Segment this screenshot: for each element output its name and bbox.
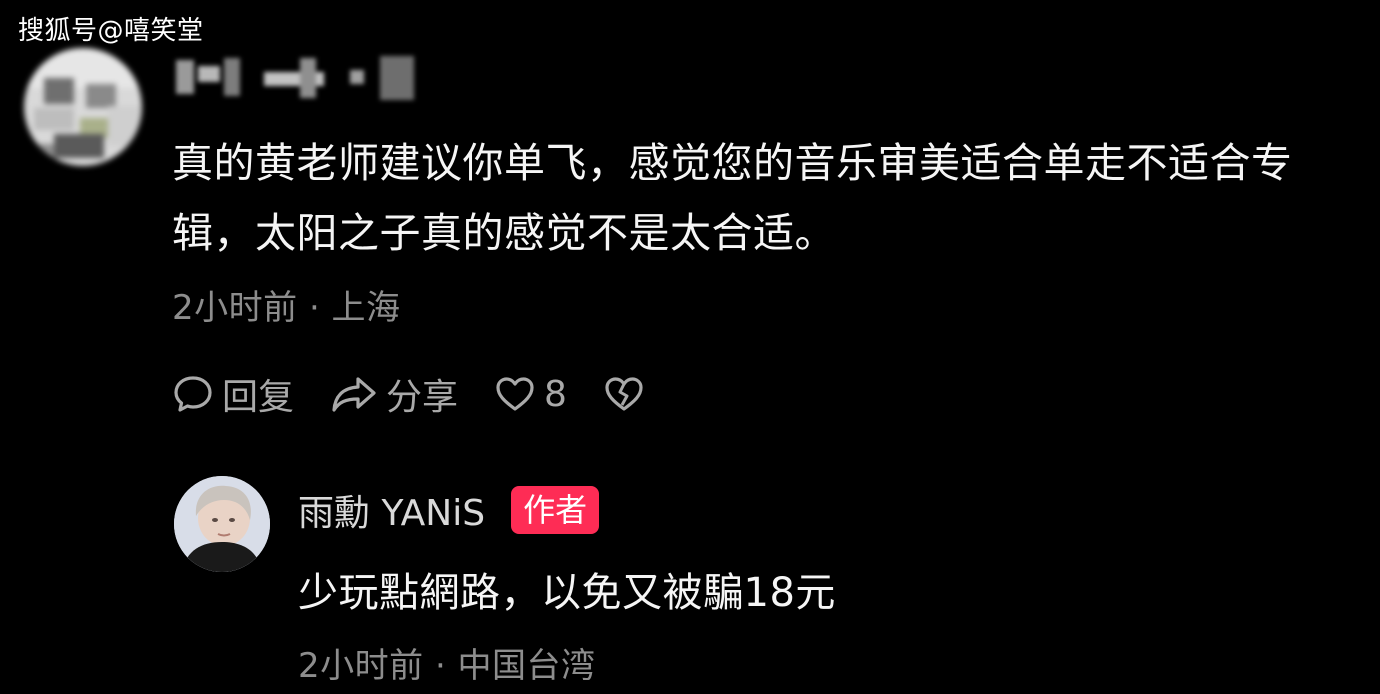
share-arrow-icon — [332, 377, 376, 412]
author-name-row: 雨勳 YANiS 作者 — [298, 484, 600, 536]
reply-button[interactable]: 回复 — [172, 368, 294, 420]
heart-icon — [496, 377, 534, 411]
comment-text: 真的黄老师建议你单飞，感觉您的音乐审美适合单走不适合专辑，太阳之子真的感觉不是太… — [172, 139, 1293, 257]
comment-meta: 2小时前 · 上海 — [172, 288, 401, 328]
like-count: 8 — [544, 373, 567, 415]
reply-label: 回复 — [222, 377, 295, 418]
author-username[interactable]: 雨勳 YANiS — [298, 484, 485, 536]
reply-text: 少玩點網路，以免又被騙18元 — [298, 570, 836, 616]
comment-bubble-icon — [174, 376, 212, 412]
broken-heart-icon — [605, 377, 643, 411]
share-button[interactable]: 分享 — [330, 368, 458, 420]
author-avatar[interactable] — [174, 476, 270, 572]
like-button[interactable]: 8 — [494, 374, 567, 415]
dislike-button[interactable] — [603, 374, 645, 414]
commenter-username-hidden — [172, 50, 422, 104]
reply-meta: 2小时前 · 中国台湾 — [298, 646, 596, 686]
share-label: 分享 — [386, 377, 459, 418]
comment-thread: 搜狐号@嘻笑堂 真的黄老师建议你单飞，感觉您的音乐审美适合单走不适合专辑，太阳之… — [0, 0, 1380, 694]
watermark: 搜狐号@嘻笑堂 — [18, 16, 204, 46]
author-badge: 作者 — [511, 486, 600, 534]
comment-actions: 回复 分享 8 — [172, 368, 681, 420]
commenter-avatar[interactable] — [24, 48, 142, 166]
